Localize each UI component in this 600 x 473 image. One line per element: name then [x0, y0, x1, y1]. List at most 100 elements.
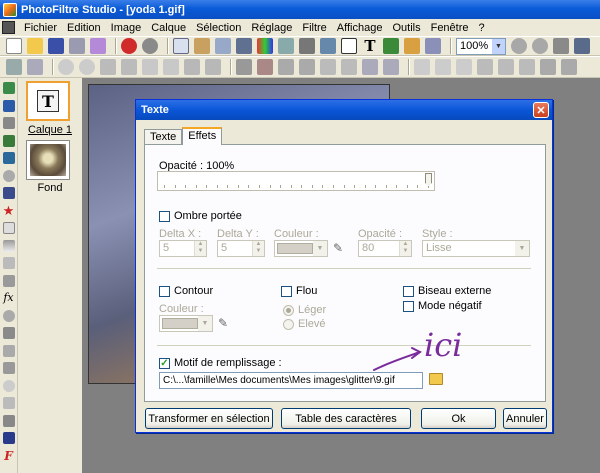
soften-icon[interactable]: [456, 59, 472, 75]
saturation-down-icon[interactable]: [142, 59, 158, 75]
tool-layers-icon[interactable]: [2, 187, 15, 199]
menu-help[interactable]: ?: [474, 22, 490, 34]
layer-thumb-calque-1[interactable]: T: [26, 81, 70, 121]
character-table-button[interactable]: Table des caractères: [281, 408, 411, 429]
document-window-icon[interactable]: [2, 21, 15, 34]
menu-reglage[interactable]: Réglage: [246, 22, 297, 34]
zoom-select[interactable]: 100% ▼: [456, 37, 506, 55]
glass-icon[interactable]: [498, 59, 514, 75]
tool-bucket-icon[interactable]: [2, 152, 15, 164]
ok-button[interactable]: Ok: [421, 408, 496, 429]
clouds-icon[interactable]: [561, 59, 577, 75]
rotate-left-icon[interactable]: [320, 59, 336, 75]
gamma-down-icon[interactable]: [184, 59, 200, 75]
sepia-icon[interactable]: [257, 59, 273, 75]
chevron-down-icon[interactable]: ▼: [492, 38, 505, 54]
contour-color-picker-icon[interactable]: ✎: [218, 316, 228, 330]
menu-calque[interactable]: Calque: [146, 22, 191, 34]
stamp-icon[interactable]: [519, 59, 535, 75]
auto-contrast-icon[interactable]: [27, 59, 43, 75]
contrast-down-icon[interactable]: [100, 59, 116, 75]
tool-select-icon[interactable]: [2, 117, 15, 129]
menu-fichier[interactable]: Fichier: [19, 22, 62, 34]
text-icon[interactable]: [341, 38, 357, 54]
layer-label-fond[interactable]: Fond: [19, 182, 81, 194]
open-folder-icon[interactable]: [27, 38, 43, 54]
tool-sphere-icon[interactable]: [2, 379, 15, 392]
tool-fx-icon[interactable]: fx: [3, 292, 15, 304]
save-icon[interactable]: [48, 38, 64, 54]
new-file-icon[interactable]: [6, 38, 22, 54]
zoom-out-icon[interactable]: [532, 38, 548, 54]
delta-x-input[interactable]: 5 ▲ ▼: [159, 240, 207, 257]
saturation-up-icon[interactable]: [163, 59, 179, 75]
tool-gradient-icon[interactable]: [2, 239, 15, 252]
blur-high-radio[interactable]: [283, 319, 294, 330]
menu-image[interactable]: Image: [106, 22, 147, 34]
text-tool-icon[interactable]: T: [362, 38, 378, 54]
tool-document-icon[interactable]: [2, 82, 15, 94]
tool-star-icon[interactable]: ★: [3, 204, 15, 217]
automation-icon[interactable]: [404, 38, 420, 54]
blur-icon[interactable]: [414, 59, 430, 75]
grayscale-icon[interactable]: [236, 59, 252, 75]
spin-arrows-icon[interactable]: ▲ ▼: [252, 241, 264, 256]
menu-selection[interactable]: Sélection: [191, 22, 246, 34]
gamma-up-icon[interactable]: [205, 59, 221, 75]
brightness-down-icon[interactable]: [58, 59, 74, 75]
contour-color-combo[interactable]: ▼: [159, 315, 213, 332]
chevron-down-icon[interactable]: ▼: [198, 316, 212, 331]
shadow-color-combo[interactable]: ▼: [274, 240, 328, 257]
tool-pattern-icon[interactable]: [2, 414, 15, 427]
zoom-in-icon[interactable]: [511, 38, 527, 54]
tool-stamp-icon[interactable]: [2, 169, 15, 182]
undo-icon[interactable]: [121, 38, 137, 54]
shadow-opacity-input[interactable]: 80 ▲ ▼: [358, 240, 412, 257]
rotate-right-icon[interactable]: [341, 59, 357, 75]
delta-y-input[interactable]: 5 ▲ ▼: [217, 240, 265, 257]
tool-circles-icon[interactable]: [2, 309, 15, 322]
cancel-button[interactable]: Annuler: [503, 408, 547, 429]
tool-save-icon[interactable]: [2, 432, 15, 444]
layers-icon[interactable]: [383, 38, 399, 54]
menu-affichage[interactable]: Affichage: [332, 22, 388, 34]
tool-texture-icon[interactable]: [2, 274, 15, 287]
fit-window-icon[interactable]: [553, 38, 569, 54]
browser-icon[interactable]: [425, 38, 441, 54]
chevron-down-icon[interactable]: ▼: [515, 241, 529, 256]
resize-icon[interactable]: [320, 38, 336, 54]
menu-fenetre[interactable]: Fenêtre: [426, 22, 474, 34]
noise-icon[interactable]: [540, 59, 556, 75]
spin-arrows-icon[interactable]: ▲ ▼: [399, 241, 411, 256]
mosaic-icon[interactable]: [383, 59, 399, 75]
contour-checkbox[interactable]: [159, 286, 170, 297]
tool-grid-icon[interactable]: [2, 327, 15, 339]
tool-frame-icon[interactable]: [2, 397, 15, 409]
crop-icon[interactable]: [299, 38, 315, 54]
redo-icon[interactable]: [142, 38, 158, 54]
bevel-checkbox[interactable]: [403, 286, 414, 297]
emboss-icon[interactable]: [477, 59, 493, 75]
chevron-down-icon[interactable]: ▼: [313, 241, 327, 256]
flip-vertical-icon[interactable]: [299, 59, 315, 75]
menu-edition[interactable]: Edition: [62, 22, 106, 34]
tab-texte[interactable]: Texte: [144, 129, 183, 144]
shadow-color-picker-icon[interactable]: ✎: [333, 241, 343, 255]
canvas-size-icon[interactable]: [236, 38, 252, 54]
brightness-up-icon[interactable]: [79, 59, 95, 75]
sharpen-icon[interactable]: [435, 59, 451, 75]
tool-plugin-icon[interactable]: F: [3, 450, 15, 462]
spin-arrows-icon[interactable]: ▲ ▼: [194, 241, 206, 256]
menu-filtre[interactable]: Filtre: [297, 22, 331, 34]
tab-effets[interactable]: Effets: [182, 127, 223, 145]
print-icon[interactable]: [69, 38, 85, 54]
layer-label-calque-1[interactable]: Calque 1: [19, 124, 81, 136]
tool-histogram-icon[interactable]: [2, 362, 15, 374]
transform-to-selection-button[interactable]: Transformer en sélection: [145, 408, 273, 429]
layer-icon[interactable]: [278, 38, 294, 54]
shadow-checkbox[interactable]: [159, 211, 170, 222]
contrast-up-icon[interactable]: [121, 59, 137, 75]
rgb-palette-icon[interactable]: [257, 38, 273, 54]
copy-icon[interactable]: [173, 38, 189, 54]
scanner-icon[interactable]: [90, 38, 106, 54]
